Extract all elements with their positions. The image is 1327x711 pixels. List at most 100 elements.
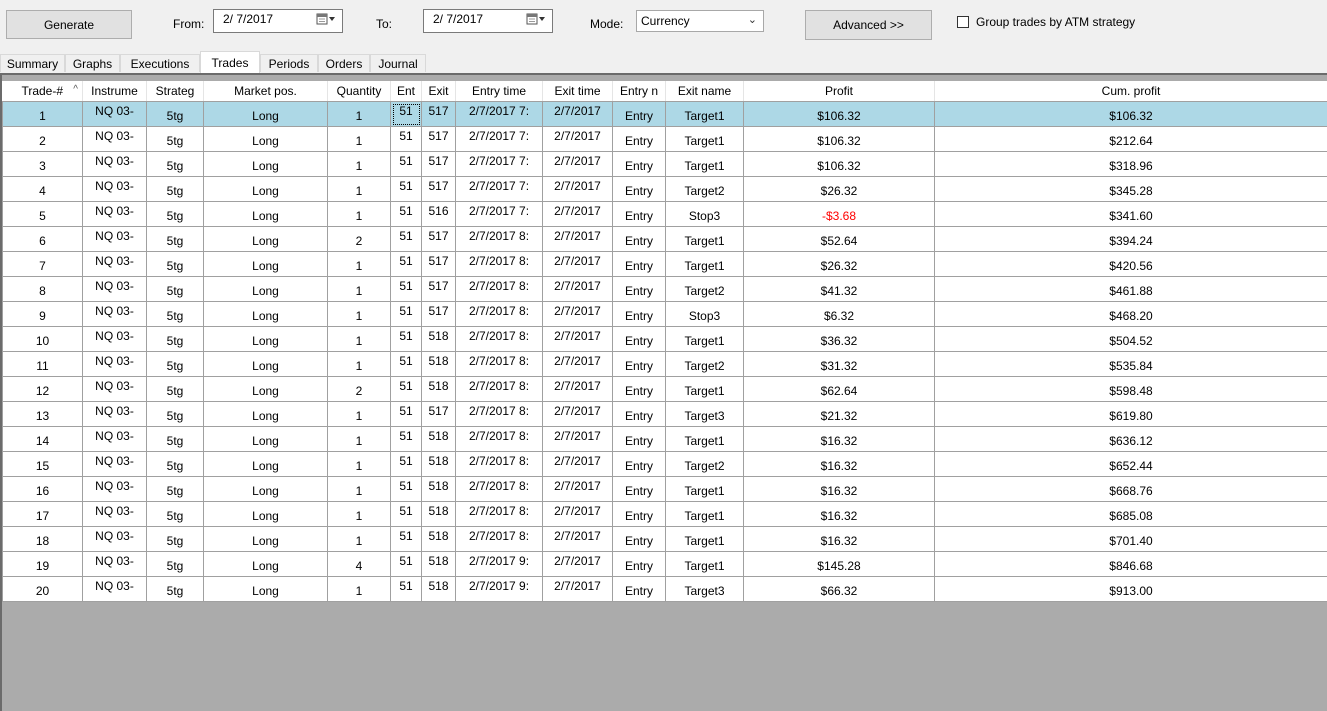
cell-instrument[interactable]: NQ 03-: [82, 326, 147, 352]
from-date-picker[interactable]: 2/ 7/2017: [213, 9, 343, 33]
cell-exit-time[interactable]: 2/7/2017: [542, 151, 613, 177]
cell-exit-price[interactable]: 518: [421, 476, 456, 502]
cell-cum-profit[interactable]: $106.32: [934, 101, 1327, 127]
cell-entry-name[interactable]: Entry: [612, 576, 666, 602]
cell-cum-profit[interactable]: $345.28: [934, 176, 1327, 202]
cell-trade-number[interactable]: 16: [2, 476, 83, 502]
cell-exit-name[interactable]: Target1: [665, 376, 744, 402]
cell-cum-profit[interactable]: $685.08: [934, 501, 1327, 527]
cell-cum-profit[interactable]: $636.12: [934, 426, 1327, 452]
cell-strategy[interactable]: 5tg: [146, 176, 204, 202]
cell-trade-number[interactable]: 7: [2, 251, 83, 277]
cell-entry-name[interactable]: Entry: [612, 476, 666, 502]
advanced-button[interactable]: Advanced >>: [805, 10, 932, 40]
cell-market-pos[interactable]: Long: [203, 376, 328, 402]
cell-entry-time[interactable]: 2/7/2017 8:: [455, 276, 543, 302]
cell-market-pos[interactable]: Long: [203, 176, 328, 202]
cell-entry-name[interactable]: Entry: [612, 326, 666, 352]
cell-entry-name[interactable]: Entry: [612, 426, 666, 452]
cell-entry-price[interactable]: 51: [390, 176, 422, 202]
cell-exit-time[interactable]: 2/7/2017: [542, 276, 613, 302]
cell-market-pos[interactable]: Long: [203, 126, 328, 152]
cell-market-pos[interactable]: Long: [203, 576, 328, 602]
cell-cum-profit[interactable]: $318.96: [934, 151, 1327, 177]
cell-cum-profit[interactable]: $846.68: [934, 551, 1327, 577]
cell-entry-price[interactable]: 51: [390, 101, 422, 127]
cell-cum-profit[interactable]: $468.20: [934, 301, 1327, 327]
cell-strategy[interactable]: 5tg: [146, 426, 204, 452]
cell-trade-number[interactable]: 3: [2, 151, 83, 177]
cell-quantity[interactable]: 1: [327, 101, 391, 127]
cell-trade-number[interactable]: 4: [2, 176, 83, 202]
table-row[interactable]: 8 NQ 03- 5tg Long 1 51 517 2/7/2017 8: 2/7/2017 E…: [2, 276, 1327, 302]
cell-entry-price[interactable]: 51: [390, 201, 422, 227]
cell-entry-price[interactable]: 51: [390, 401, 422, 427]
cell-cum-profit[interactable]: $394.24: [934, 226, 1327, 252]
cell-cum-profit[interactable]: $341.60: [934, 201, 1327, 227]
cell-profit[interactable]: $106.32: [743, 101, 935, 127]
cell-instrument[interactable]: NQ 03-: [82, 576, 147, 602]
cell-strategy[interactable]: 5tg: [146, 476, 204, 502]
table-row[interactable]: 19 NQ 03- 5tg Long 4 51 518 2/7/2017 9: 2/7/2017…: [2, 551, 1327, 577]
cell-entry-name[interactable]: Entry: [612, 251, 666, 277]
tab-summary[interactable]: Summary: [0, 54, 65, 72]
cell-entry-price[interactable]: 51: [390, 126, 422, 152]
cell-market-pos[interactable]: Long: [203, 201, 328, 227]
cell-strategy[interactable]: 5tg: [146, 526, 204, 552]
cell-profit[interactable]: $66.32: [743, 576, 935, 602]
cell-entry-name[interactable]: Entry: [612, 376, 666, 402]
cell-profit[interactable]: $62.64: [743, 376, 935, 402]
cell-exit-price[interactable]: 518: [421, 326, 456, 352]
cell-instrument[interactable]: NQ 03-: [82, 226, 147, 252]
cell-exit-price[interactable]: 517: [421, 251, 456, 277]
cell-entry-price[interactable]: 51: [390, 551, 422, 577]
calendar-dropdown-icon[interactable]: [526, 13, 546, 26]
cell-strategy[interactable]: 5tg: [146, 501, 204, 527]
cell-strategy[interactable]: 5tg: [146, 301, 204, 327]
cell-strategy[interactable]: 5tg: [146, 126, 204, 152]
cell-cum-profit[interactable]: $504.52: [934, 326, 1327, 352]
table-row[interactable]: 2 NQ 03- 5tg Long 1 51 517 2/7/2017 7: 2/7/2017 E…: [2, 126, 1327, 152]
cell-quantity[interactable]: 1: [327, 276, 391, 302]
cell-trade-number[interactable]: 14: [2, 426, 83, 452]
cell-instrument[interactable]: NQ 03-: [82, 426, 147, 452]
cell-exit-time[interactable]: 2/7/2017: [542, 376, 613, 402]
column-header-exit-time[interactable]: Exit time: [542, 81, 613, 102]
table-row[interactable]: 20 NQ 03- 5tg Long 1 51 518 2/7/2017 9: 2/7/2017…: [2, 576, 1327, 602]
cell-exit-price[interactable]: 518: [421, 426, 456, 452]
cell-exit-time[interactable]: 2/7/2017: [542, 551, 613, 577]
cell-profit[interactable]: $36.32: [743, 326, 935, 352]
cell-profit[interactable]: $16.32: [743, 426, 935, 452]
column-header-trade-number[interactable]: Trade-# ^: [2, 81, 83, 102]
trades-grid[interactable]: Trade-# ^ Instrume Strateg Market pos. Qu…: [0, 73, 1327, 711]
cell-entry-time[interactable]: 2/7/2017 8:: [455, 226, 543, 252]
cell-entry-price[interactable]: 51: [390, 426, 422, 452]
cell-exit-name[interactable]: Target1: [665, 226, 744, 252]
cell-trade-number[interactable]: 11: [2, 351, 83, 377]
cell-strategy[interactable]: 5tg: [146, 576, 204, 602]
cell-exit-price[interactable]: 517: [421, 276, 456, 302]
cell-profit[interactable]: -$3.68: [743, 201, 935, 227]
column-header-entry-name[interactable]: Entry n: [612, 81, 666, 102]
cell-cum-profit[interactable]: $598.48: [934, 376, 1327, 402]
cell-entry-time[interactable]: 2/7/2017 8:: [455, 351, 543, 377]
cell-exit-time[interactable]: 2/7/2017: [542, 201, 613, 227]
cell-profit[interactable]: $16.32: [743, 451, 935, 477]
cell-cum-profit[interactable]: $701.40: [934, 526, 1327, 552]
cell-exit-time[interactable]: 2/7/2017: [542, 351, 613, 377]
cell-profit[interactable]: $31.32: [743, 351, 935, 377]
cell-market-pos[interactable]: Long: [203, 551, 328, 577]
cell-entry-name[interactable]: Entry: [612, 301, 666, 327]
cell-entry-price[interactable]: 51: [390, 576, 422, 602]
cell-entry-time[interactable]: 2/7/2017 8:: [455, 301, 543, 327]
generate-button[interactable]: Generate: [6, 10, 132, 39]
cell-exit-time[interactable]: 2/7/2017: [542, 401, 613, 427]
table-row[interactable]: 4 NQ 03- 5tg Long 1 51 517 2/7/2017 7: 2/7/2017 E…: [2, 176, 1327, 202]
cell-trade-number[interactable]: 13: [2, 401, 83, 427]
cell-quantity[interactable]: 1: [327, 401, 391, 427]
cell-market-pos[interactable]: Long: [203, 526, 328, 552]
cell-exit-time[interactable]: 2/7/2017: [542, 326, 613, 352]
cell-cum-profit[interactable]: $668.76: [934, 476, 1327, 502]
cell-cum-profit[interactable]: $461.88: [934, 276, 1327, 302]
column-header-exit-name[interactable]: Exit name: [665, 81, 744, 102]
